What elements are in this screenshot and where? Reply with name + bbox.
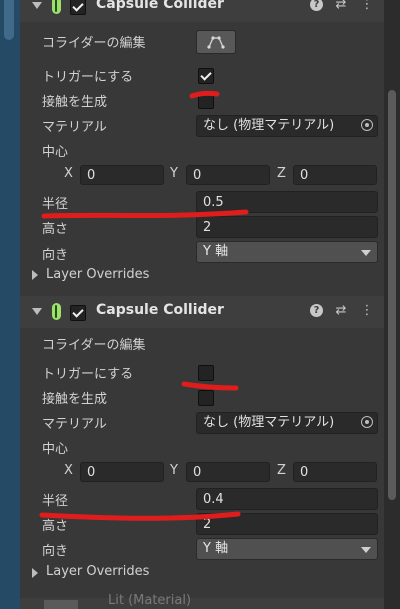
- chevron-down-icon[interactable]: [32, 308, 42, 315]
- object-picker-icon[interactable]: [361, 416, 373, 428]
- direction-value: Y 軸: [203, 541, 229, 556]
- presets-icon[interactable]: ⇄: [334, 0, 348, 12]
- layer-overrides-foldout[interactable]: Layer Overrides: [46, 267, 149, 282]
- component-title: Capsule Collider: [96, 0, 224, 12]
- help-icon[interactable]: ?: [310, 0, 323, 11]
- annotation-mark: [181, 381, 239, 391]
- center-y-field[interactable]: 0: [186, 165, 270, 185]
- is-trigger-checkbox[interactable]: [198, 365, 214, 381]
- component-title: Capsule Collider: [96, 302, 224, 318]
- material-value: なし (物理マテリアル): [203, 118, 335, 133]
- chevron-right-icon[interactable]: [32, 568, 38, 578]
- component-header[interactable]: Capsule Collider ? ⇄ ⋮: [20, 296, 384, 328]
- provides-contacts-label: 接触を生成: [42, 392, 108, 407]
- edit-collider-label: コライダーの編集: [42, 338, 146, 353]
- direction-label: 向き: [42, 248, 69, 263]
- layer-overrides-foldout[interactable]: Layer Overrides: [46, 564, 149, 579]
- scene-view-edge: [0, 0, 20, 609]
- provides-contacts-checkbox[interactable]: [198, 390, 214, 406]
- radius-field[interactable]: 0.4: [196, 488, 378, 510]
- center-z-field[interactable]: 0: [293, 462, 377, 482]
- center-label: 中心: [42, 442, 69, 457]
- chevron-right-icon[interactable]: [32, 270, 38, 280]
- capsule-collider-icon: [52, 0, 61, 14]
- center-x-label: X: [64, 463, 73, 478]
- edit-collider-icon: [207, 36, 225, 49]
- center-z-field[interactable]: 0: [293, 165, 377, 185]
- radius-label: 半径: [42, 494, 69, 509]
- material-value: なし (物理マテリアル): [203, 415, 335, 430]
- direction-dropdown[interactable]: Y 軸: [196, 538, 378, 560]
- component-header[interactable]: Capsule Collider ? ⇄ ⋮: [20, 0, 384, 22]
- material-label: マテリアル: [42, 417, 107, 432]
- material-field[interactable]: なし (物理マテリアル): [196, 115, 378, 137]
- help-icon[interactable]: ?: [310, 304, 323, 317]
- edit-collider-label: コライダーの編集: [42, 36, 146, 51]
- presets-icon[interactable]: ⇄: [334, 304, 348, 318]
- center-y-label: Y: [170, 463, 178, 478]
- center-x-label: X: [64, 166, 73, 181]
- provides-contacts-checkbox[interactable]: [198, 93, 214, 109]
- center-y-label: Y: [170, 166, 178, 181]
- material-field[interactable]: なし (物理マテリアル): [196, 412, 378, 434]
- radius-field[interactable]: 0.5: [196, 191, 378, 213]
- direction-value: Y 軸: [203, 244, 229, 259]
- provides-contacts-label: 接触を生成: [42, 95, 108, 110]
- next-component-header[interactable]: Lit (Material): [20, 593, 384, 609]
- height-label: 高さ: [42, 519, 69, 534]
- chevron-down-icon: [361, 250, 371, 256]
- center-z-label: Z: [277, 463, 286, 478]
- is-trigger-checkbox[interactable]: [198, 68, 214, 84]
- material-label: マテリアル: [42, 120, 107, 135]
- material-thumbnail: [44, 600, 78, 609]
- capsule-collider-icon: [52, 303, 61, 320]
- height-label: 高さ: [42, 222, 69, 237]
- chevron-down-icon[interactable]: [32, 2, 42, 9]
- direction-dropdown[interactable]: Y 軸: [196, 241, 378, 263]
- center-x-field[interactable]: 0: [80, 462, 164, 482]
- center-y-field[interactable]: 0: [186, 462, 270, 482]
- inspector-panel: Capsule Collider ? ⇄ ⋮ コライダーの編集 トリガーにする …: [20, 0, 384, 609]
- next-component-title: Lit (Material): [108, 593, 192, 608]
- is-trigger-label: トリガーにする: [42, 70, 134, 85]
- direction-label: 向き: [42, 544, 69, 559]
- inspector-scrollbar[interactable]: [384, 0, 400, 609]
- scrollbar-thumb[interactable]: [388, 90, 396, 500]
- center-x-field[interactable]: 0: [80, 165, 164, 185]
- center-label: 中心: [42, 145, 69, 160]
- is-trigger-label: トリガーにする: [42, 367, 134, 382]
- radius-label: 半径: [42, 197, 69, 212]
- chevron-down-icon: [361, 547, 371, 553]
- more-menu-icon[interactable]: ⋮: [360, 0, 374, 12]
- center-z-label: Z: [277, 166, 286, 181]
- more-menu-icon[interactable]: ⋮: [360, 304, 374, 318]
- object-picker-icon[interactable]: [361, 119, 373, 131]
- height-field[interactable]: 2: [196, 513, 378, 535]
- height-field[interactable]: 2: [196, 216, 378, 238]
- component-enabled-checkbox[interactable]: [70, 0, 86, 15]
- edit-collider-button[interactable]: [196, 30, 236, 54]
- component-enabled-checkbox[interactable]: [70, 305, 86, 321]
